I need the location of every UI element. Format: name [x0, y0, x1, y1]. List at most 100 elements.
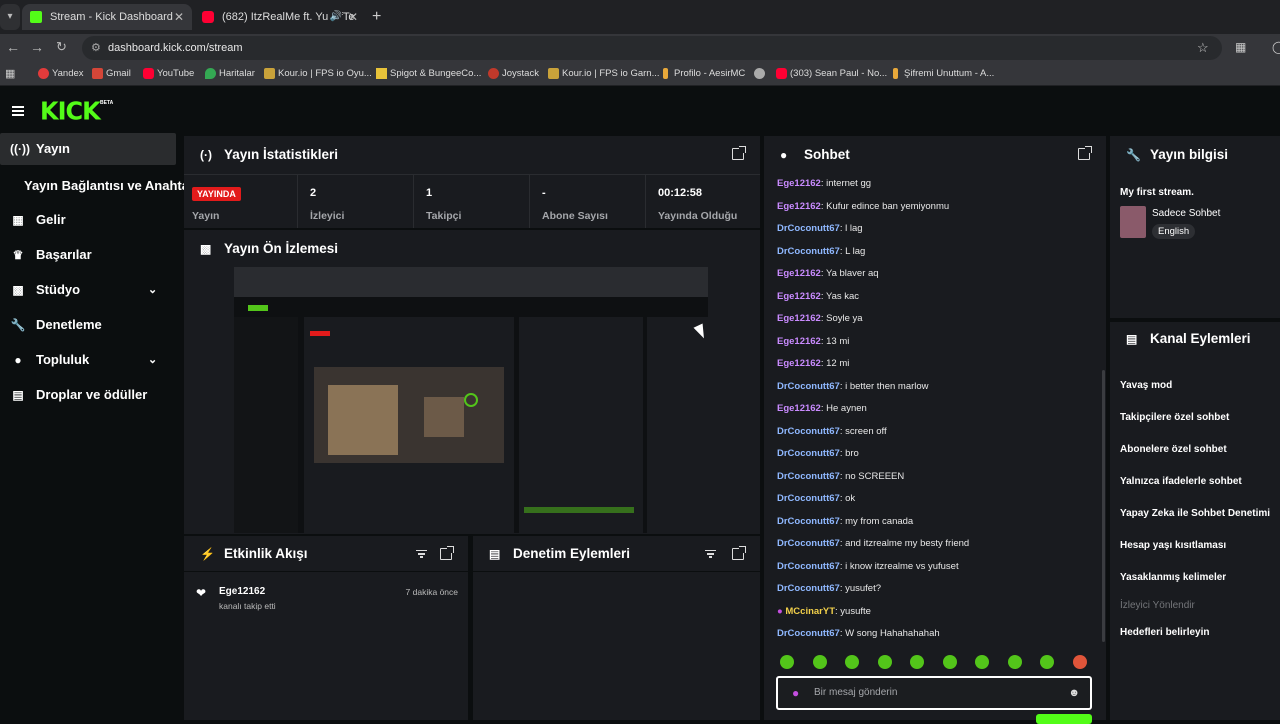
browser-tab-youtube[interactable]: (682) ItzRealMe ft. YusufTe 🔊 ✕	[194, 4, 366, 30]
menu-icon[interactable]	[12, 106, 24, 116]
close-tab-icon[interactable]: ✕	[348, 4, 358, 30]
bookmark-item[interactable]	[754, 62, 768, 86]
emote-icon[interactable]	[780, 655, 794, 669]
chat-message-input[interactable]: ● Bir mesaj gönderin ☻	[776, 676, 1092, 710]
channel-action-item[interactable]: Yapay Zeka ile Sohbet Denetimi	[1120, 508, 1270, 519]
chat-username[interactable]: DrCoconutt67	[777, 471, 840, 482]
chat-message: ● MCcinarYT: yusufte	[777, 605, 871, 617]
chat-username[interactable]: Ege12162	[777, 313, 821, 324]
chat-text: ok	[845, 493, 856, 504]
channel-action-item[interactable]: Yalnızca ifadelerle sohbet	[1120, 476, 1242, 487]
popout-icon[interactable]	[732, 546, 746, 560]
emote-icon[interactable]	[877, 655, 892, 669]
bookmark-item[interactable]: Kour.io | FPS io Garn...	[548, 62, 660, 86]
browser-tab-kick[interactable]: Stream - Kick Dashboard ✕	[22, 4, 192, 30]
chat-username[interactable]: DrCoconutt67	[777, 628, 840, 639]
event-user[interactable]: Ege12162	[219, 586, 265, 597]
extensions-icon[interactable]: ▦	[1235, 40, 1246, 54]
emote-row	[764, 652, 1102, 674]
kick-logo[interactable]: KICK	[40, 96, 101, 125]
emote-icon[interactable]	[1040, 655, 1054, 669]
chat-username[interactable]: DrCoconutt67	[777, 223, 840, 234]
bookmark-item[interactable]: Haritalar	[205, 62, 255, 86]
chat-username[interactable]: Ege12162	[777, 268, 821, 279]
chat-input-placeholder: Bir mesaj gönderin	[814, 687, 898, 698]
bookmark-item[interactable]: Gmail	[92, 62, 131, 86]
emote-icon[interactable]	[910, 655, 924, 669]
emote-icon[interactable]	[845, 655, 859, 669]
filter-icon[interactable]	[705, 550, 716, 559]
chat-username[interactable]: DrCoconutt67	[777, 583, 840, 594]
chat-username[interactable]: MCcinarYT	[785, 606, 835, 617]
tab-search-button[interactable]: ▾	[0, 4, 20, 30]
channel-action-item[interactable]: Abonelere özel sohbet	[1120, 444, 1227, 455]
forward-icon[interactable]: →	[30, 39, 44, 55]
channel-action-item[interactable]: Yasaklanmış kelimeler	[1120, 572, 1226, 583]
chat-message: Ege12162: 13 mi	[777, 335, 850, 347]
popout-icon[interactable]	[440, 546, 454, 560]
chat-username[interactable]: Ege12162	[777, 201, 821, 212]
channel-action-item[interactable]: Takipçilere özel sohbet	[1120, 412, 1229, 423]
chat-username[interactable]: DrCoconutt67	[777, 448, 840, 459]
close-tab-icon[interactable]: ✕	[174, 4, 184, 30]
filter-icon[interactable]	[416, 550, 427, 559]
bookmark-item[interactable]: (303) Sean Paul - No...	[776, 62, 887, 86]
stream-preview-video[interactable]	[234, 267, 708, 533]
reload-icon[interactable]: ↻	[56, 39, 67, 55]
bookmark-item[interactable]: Profilo - AesirMC	[660, 62, 745, 86]
channel-action-item[interactable]: Hesap yaşı kısıtlaması	[1120, 540, 1226, 551]
profile-icon[interactable]: ◯	[1272, 40, 1280, 54]
chat-username[interactable]: DrCoconutt67	[777, 426, 840, 437]
chat-username[interactable]: Ege12162	[777, 336, 821, 347]
bookmark-star-icon[interactable]: ☆	[1197, 40, 1209, 56]
bookmark-item[interactable]: Kour.io | FPS io Oyu...	[264, 62, 372, 86]
sidebar-item-topluluk[interactable]: ● Topluluk ⌄	[0, 344, 176, 376]
sidebar-item-basarilar[interactable]: ♛ Başarılar	[0, 239, 176, 271]
microphone-icon[interactable]: ●	[792, 678, 799, 708]
sidebar-item-yayin[interactable]: ((·)) Yayın	[0, 133, 176, 165]
chevron-down-icon[interactable]: ⌄	[148, 344, 157, 376]
chat-username[interactable]: DrCoconutt67	[777, 381, 840, 392]
chat-username[interactable]: DrCoconutt67	[777, 246, 840, 257]
sidebar-item-stream-key[interactable]: Yayın Bağlantısı ve Anahtarı	[0, 170, 198, 202]
emoji-icon[interactable]: ☻	[1068, 678, 1080, 708]
bookmark-item[interactable]: YouTube	[143, 62, 194, 86]
chat-username[interactable]: Ege12162	[777, 358, 821, 369]
new-tab-button[interactable]: +	[372, 4, 381, 30]
popout-icon[interactable]	[732, 146, 746, 160]
emote-icon[interactable]	[975, 655, 989, 669]
popout-icon[interactable]	[1078, 146, 1092, 160]
emote-icon[interactable]	[812, 655, 827, 669]
sidebar-item-denetleme[interactable]: 🔧 Denetleme	[0, 309, 176, 341]
chat-username[interactable]: DrCoconutt67	[777, 538, 840, 549]
emote-icon[interactable]	[1072, 655, 1087, 669]
emote-icon[interactable]	[1007, 655, 1022, 669]
url-field[interactable]: ⚙ dashboard.kick.com/stream	[82, 36, 1222, 60]
site-info-icon[interactable]: ⚙	[91, 36, 101, 60]
chat-username[interactable]: Ege12162	[777, 291, 821, 302]
sidebar-item-droplar[interactable]: ▤ Droplar ve ödüller	[0, 379, 176, 411]
chat-scrollbar[interactable]	[1102, 370, 1105, 642]
back-icon[interactable]: ←	[6, 39, 20, 55]
sidebar-item-gelir[interactable]: ▦ Gelir	[0, 204, 176, 236]
bookmark-item[interactable]: Yandex	[38, 62, 84, 86]
chat-username[interactable]: DrCoconutt67	[777, 516, 840, 527]
panel-title: Sohbet	[804, 147, 850, 162]
chat-username[interactable]: DrCoconutt67	[777, 561, 840, 572]
chat-message: Ege12162: internet gg	[777, 178, 872, 189]
chat-message-list[interactable]: Ege12162: internet gg Ege12162: Kufur edi…	[764, 172, 1102, 650]
emote-icon[interactable]	[942, 655, 957, 669]
speaker-icon[interactable]: 🔊	[327, 4, 342, 30]
sidebar-item-studyo[interactable]: ▩ Stüdyo ⌄	[0, 274, 176, 306]
chat-username[interactable]: Ege12162	[777, 178, 821, 189]
send-button[interactable]	[1036, 714, 1092, 724]
chat-username[interactable]: Ege12162	[777, 403, 821, 414]
channel-action-item[interactable]: Yavaş mod	[1120, 380, 1172, 391]
bookmark-item[interactable]: Şifremi Unuttum - A...	[890, 62, 994, 86]
chevron-down-icon[interactable]: ⌄	[148, 274, 157, 306]
chat-username[interactable]: DrCoconutt67	[777, 493, 840, 504]
apps-grid-icon[interactable]: ▦	[5, 67, 15, 80]
bookmark-item[interactable]: Joystack	[488, 62, 539, 86]
channel-action-item[interactable]: Hedefleri belirleyin	[1120, 627, 1209, 638]
bookmark-item[interactable]: Spigot & BungeeCo...	[376, 62, 481, 86]
